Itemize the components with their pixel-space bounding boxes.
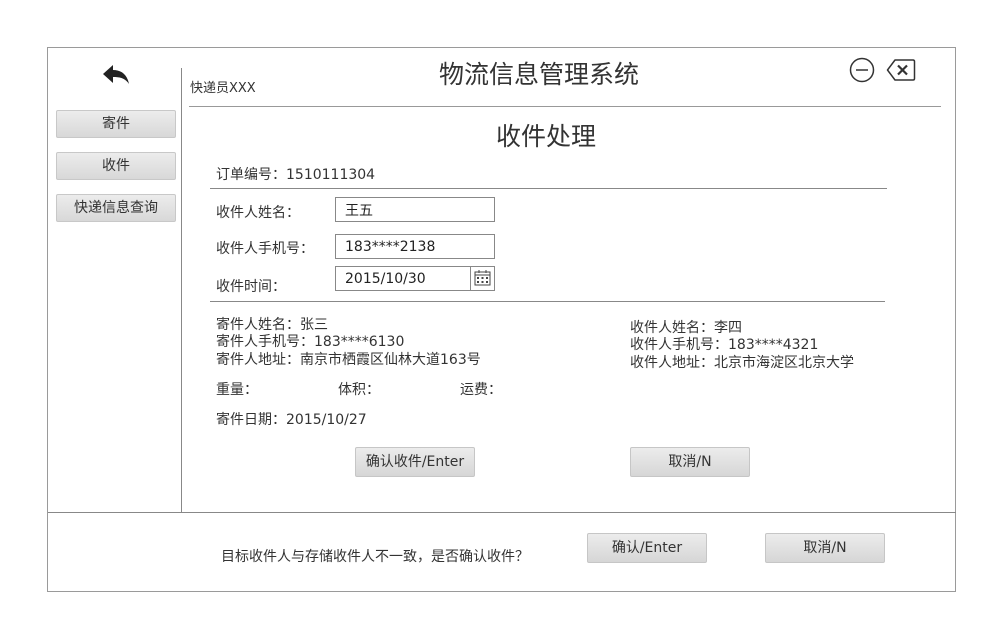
weight-label: 重量： (216, 382, 258, 398)
minimize-icon[interactable] (849, 57, 875, 83)
sidebar-item-send[interactable]: 寄件 (56, 110, 176, 138)
header-divider (189, 106, 941, 107)
order-number: 订单编号：1510111304 (216, 167, 376, 183)
fee-label: 运费： (460, 382, 502, 398)
sidebar-divider (181, 68, 182, 513)
divider (210, 301, 885, 302)
app-title: 物流信息管理系统 (439, 60, 640, 89)
dialog-divider (48, 512, 956, 513)
receiver-phone: 收件人手机号：183****4321 (630, 337, 819, 353)
receiver-phone-input[interactable] (335, 234, 495, 259)
dialog-confirm-button[interactable]: 确认/Enter (587, 533, 707, 563)
receiver-address: 收件人地址：北京市海淀区北京大学 (630, 355, 854, 371)
receive-time-label: 收件时间： (216, 279, 286, 295)
confirm-receive-button[interactable]: 确认收件/Enter (355, 447, 475, 477)
sender-phone: 寄件人手机号：183****6130 (216, 334, 405, 350)
sidebar-item-receive[interactable]: 收件 (56, 152, 176, 180)
user-label: 快递员XXX (190, 81, 256, 96)
receive-time-input[interactable] (335, 266, 471, 291)
calendar-icon[interactable] (470, 266, 495, 291)
volume-label: 体积： (338, 382, 380, 398)
close-icon[interactable] (886, 58, 916, 82)
back-icon[interactable] (101, 64, 131, 88)
dialog-cancel-button[interactable]: 取消/N (765, 533, 885, 563)
cancel-button[interactable]: 取消/N (630, 447, 750, 477)
receiver-name-label: 收件人姓名： (216, 205, 300, 221)
page-title: 收件处理 (496, 122, 597, 151)
divider (210, 188, 887, 189)
send-date: 寄件日期：2015/10/27 (216, 412, 367, 428)
receiver-phone-label: 收件人手机号： (216, 241, 314, 257)
dialog-message: 目标收件人与存储收件人不一致，是否确认收件？ (221, 549, 529, 565)
sidebar-item-query[interactable]: 快递信息查询 (56, 194, 176, 222)
receiver-name-input[interactable] (335, 197, 495, 222)
sender-address: 寄件人地址：南京市栖霞区仙林大道163号 (216, 352, 481, 368)
